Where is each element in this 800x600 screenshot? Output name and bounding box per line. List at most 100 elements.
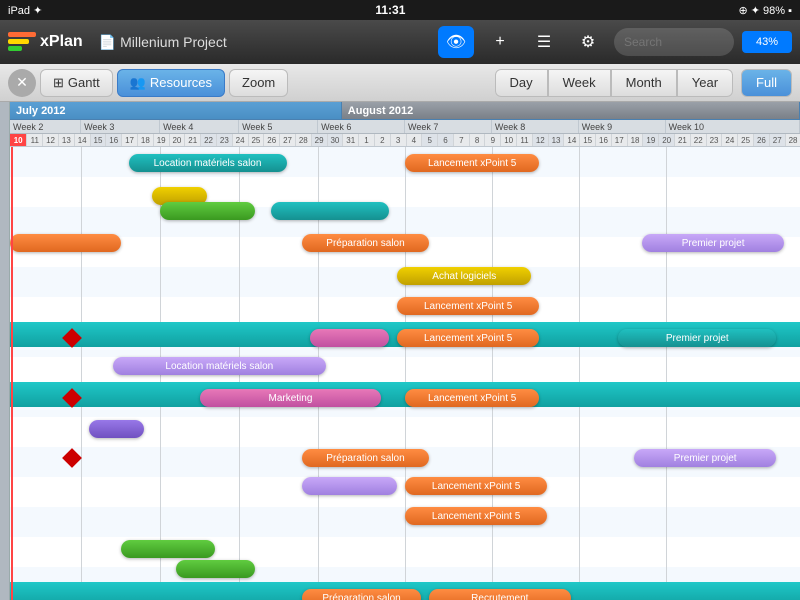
day-6: 6	[438, 134, 454, 146]
status-left: iPad ✦	[8, 4, 42, 17]
bar-location-salon-1[interactable]: Location matériels salon	[129, 154, 287, 172]
grid-week-1	[81, 147, 82, 600]
status-icons: ⊕ ✦ 98% ▪	[738, 4, 792, 17]
app-logo: xPlan	[8, 32, 83, 52]
bar-lancement-6[interactable]: Lancement xPoint 5	[405, 507, 547, 525]
gantt-label: Gantt	[68, 75, 100, 90]
bar-achat[interactable]: Achat logiciels	[397, 267, 531, 285]
day-27: 27	[280, 134, 296, 146]
bar-prep-salon-3[interactable]: Préparation salon	[302, 589, 421, 600]
month-cell-july: July 2012	[10, 102, 342, 119]
back-button[interactable]: ✕	[8, 69, 36, 97]
bar-pink-1[interactable]	[310, 329, 389, 347]
day-23b: 23	[707, 134, 723, 146]
logo-bar-3	[8, 46, 22, 51]
bar-location-lavender[interactable]: Location matériels salon	[113, 357, 326, 375]
week-button[interactable]: Week	[548, 69, 611, 97]
day-12: 12	[43, 134, 59, 146]
day-2: 2	[375, 134, 391, 146]
day-10: 10	[10, 134, 27, 146]
month-button[interactable]: Month	[611, 69, 677, 97]
bar-lancement-1[interactable]: Lancement xPoint 5	[405, 154, 539, 172]
bar-prep-salon-1[interactable]: Préparation salon	[302, 234, 428, 252]
day-24b: 24	[722, 134, 738, 146]
day-8: 8	[470, 134, 486, 146]
day-7: 7	[454, 134, 470, 146]
day-button[interactable]: Day	[495, 69, 548, 97]
day-30: 30	[328, 134, 344, 146]
bar-premier-teal[interactable]: Premier projet	[618, 329, 776, 347]
day-20: 20	[170, 134, 186, 146]
day-3: 3	[391, 134, 407, 146]
bar-purple-1[interactable]	[89, 420, 144, 438]
zoom-button[interactable]: Zoom	[229, 69, 288, 97]
bar-lancement-5[interactable]: Lancement xPoint 5	[405, 477, 547, 495]
status-right: ⊕ ✦ 98% ▪	[738, 4, 792, 17]
project-name: 📄 Millenium Project	[99, 34, 227, 51]
week-cell-4: Week 4	[160, 120, 239, 133]
bar-green-2[interactable]	[121, 540, 216, 558]
month-cell-august: August 2012	[342, 102, 800, 119]
grid-week-6	[492, 147, 493, 600]
day-18: 18	[138, 134, 154, 146]
day-16b: 16	[596, 134, 612, 146]
today-line	[11, 147, 13, 600]
day-26: 26	[264, 134, 280, 146]
list-button[interactable]: ☰	[526, 26, 562, 58]
week-cell-3: Week 3	[81, 120, 160, 133]
week-cell-6: Week 6	[318, 120, 405, 133]
week-cell-10: Week 10	[666, 120, 800, 133]
gantt-area: July 2012 August 2012 Week 2 Week 3 Week…	[0, 102, 800, 600]
year-label: Year	[692, 75, 718, 90]
zoom-indicator[interactable]: 43%	[742, 31, 792, 53]
bar-lancement-4[interactable]: Lancement xPoint 5	[405, 389, 539, 407]
day-28b: 28	[786, 134, 800, 146]
bar-green-1[interactable]	[160, 202, 255, 220]
full-button[interactable]: Full	[741, 69, 792, 97]
settings-button[interactable]: ⚙	[570, 26, 606, 58]
day-20b: 20	[659, 134, 675, 146]
bar-orange-left[interactable]	[10, 234, 121, 252]
bar-lancement-2[interactable]: Lancement xPoint 5	[397, 297, 539, 315]
eye-button[interactable]: 👁	[438, 26, 474, 58]
bar-green-3[interactable]	[176, 560, 255, 578]
day-29: 29	[312, 134, 328, 146]
bar-teal-1[interactable]	[271, 202, 390, 220]
ipad-label: iPad ✦	[8, 4, 42, 17]
gantt-view-button[interactable]: ⊞ Gantt	[40, 69, 113, 97]
day-label: Day	[510, 75, 533, 90]
bar-lancement-3[interactable]: Lancement xPoint 5	[397, 329, 539, 347]
resources-view-button[interactable]: 👥 Resources	[117, 69, 225, 97]
day-22b: 22	[691, 134, 707, 146]
day-31: 31	[343, 134, 359, 146]
day-13b: 13	[549, 134, 565, 146]
resources-icon: 👥	[130, 75, 146, 91]
bar-prep-salon-2[interactable]: Préparation salon	[302, 449, 428, 467]
view-toolbar: ✕ ⊞ Gantt 👥 Resources Zoom Day Week Mont…	[0, 64, 800, 102]
week-cell-9: Week 9	[579, 120, 666, 133]
week-header: Week 2 Week 3 Week 4 Week 5 Week 6 Week …	[10, 120, 800, 134]
bar-premier-2[interactable]: Premier projet	[634, 449, 776, 467]
add-button[interactable]: +	[482, 26, 518, 58]
day-header: 10 11 12 13 14 15 16 17 18 19 20 21 22 2…	[10, 134, 800, 147]
year-button[interactable]: Year	[677, 69, 733, 97]
logo-bar-1	[8, 32, 36, 37]
zoom-value: 43%	[756, 36, 778, 48]
logo-bar-2	[8, 39, 29, 44]
bar-recrutement[interactable]: Recrutement	[429, 589, 571, 600]
chart-body[interactable]: Location matériels salon Lancement xPoin…	[10, 147, 800, 600]
day-14b: 14	[564, 134, 580, 146]
bar-premier-1[interactable]: Premier projet	[642, 234, 784, 252]
day-19: 19	[154, 134, 170, 146]
day-22: 22	[201, 134, 217, 146]
week-cell-2: Week 2	[10, 120, 81, 133]
resources-label: Resources	[150, 75, 212, 90]
day-25: 25	[249, 134, 265, 146]
week-cell-8: Week 8	[492, 120, 579, 133]
bar-lavender-2[interactable]	[302, 477, 397, 495]
gantt-main[interactable]: July 2012 August 2012 Week 2 Week 3 Week…	[10, 102, 800, 600]
grid-week-5	[405, 147, 406, 600]
search-input[interactable]	[614, 28, 734, 56]
month-label: Month	[626, 75, 662, 90]
bar-marketing-1[interactable]: Marketing	[200, 389, 382, 407]
